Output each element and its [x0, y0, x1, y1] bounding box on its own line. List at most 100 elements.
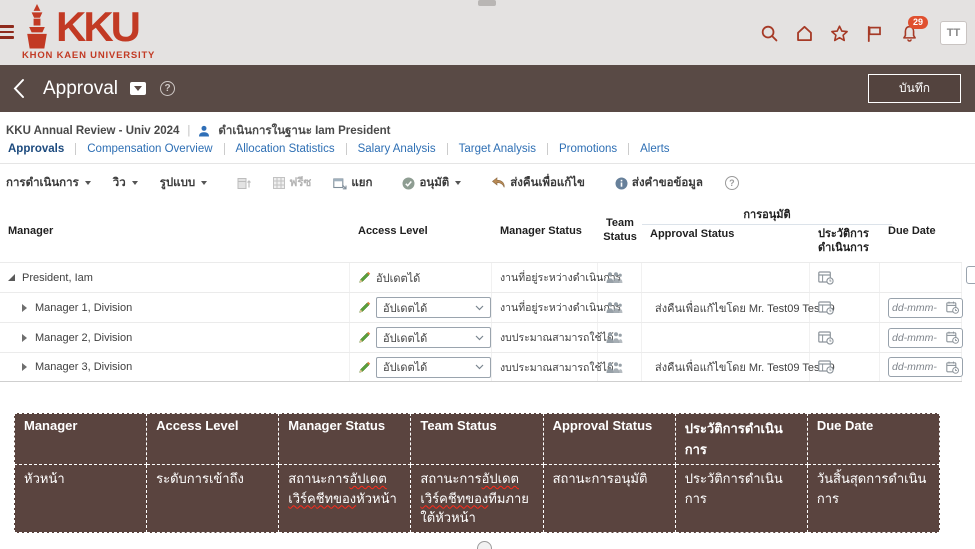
action-history-icon[interactable] [818, 271, 834, 285]
team-people-icon[interactable] [606, 361, 623, 374]
col-header-manager-status: Manager Status [492, 200, 598, 262]
table-row[interactable]: Manager 2, Division อัปเดตได้ งบประมาณสา… [0, 322, 962, 352]
tree-collapse-icon[interactable] [8, 274, 15, 281]
chevron-down-icon [455, 181, 461, 185]
tab-compensation-overview[interactable]: Compensation Overview [76, 143, 223, 155]
brand-subtext: KHON KAEN UNIVERSITY [22, 50, 155, 61]
title-help-icon[interactable]: ? [160, 81, 175, 96]
table-row[interactable]: President, Iam อัปเดตได้ งานที่อยู่ระหว่… [0, 262, 962, 292]
tab-alerts[interactable]: Alerts [629, 143, 680, 155]
save-button[interactable]: บันทึก [868, 74, 961, 103]
col-group-approval: การอนุมัติ [642, 205, 892, 223]
legend-header-row: Manager Access Level Manager Status Team… [15, 414, 940, 465]
toolbar-help-icon[interactable]: ? [725, 176, 739, 190]
tab-bar: Approvals Compensation Overview Allocati… [6, 143, 681, 155]
tab-salary-analysis[interactable]: Salary Analysis [347, 143, 447, 155]
table-row[interactable]: Manager 1, Division อัปเดตได้ งานที่อยู่… [0, 292, 962, 322]
access-level-select[interactable]: อัปเดตได้ [376, 297, 491, 318]
notifications-bell-icon[interactable]: 29 [899, 23, 919, 43]
view-menu[interactable]: วิว [113, 174, 138, 192]
edit-pencil-icon [358, 361, 371, 374]
manager-name: Manager 2, Division [35, 332, 132, 344]
due-date-field [888, 298, 963, 318]
legend-desc: สถานะการอนุมัติ [543, 465, 675, 533]
legend-desc: ประวัติการดำเนินการ [675, 465, 807, 533]
date-picker-icon[interactable] [946, 301, 959, 314]
divider [0, 163, 975, 164]
flag-icon[interactable] [864, 23, 884, 43]
detach-window-icon [333, 177, 347, 190]
access-level-select[interactable]: อัปเดตได้ [376, 327, 491, 348]
notification-count-badge: 29 [908, 16, 928, 29]
kku-tower-icon [22, 4, 52, 49]
chevron-down-icon [475, 364, 484, 370]
tab-promotions[interactable]: Promotions [548, 143, 628, 155]
actions-menu[interactable]: การดำเนินการ [6, 174, 91, 192]
date-picker-icon[interactable] [946, 361, 959, 374]
tab-target-analysis[interactable]: Target Analysis [448, 143, 547, 155]
action-history-icon[interactable] [818, 360, 834, 374]
home-icon[interactable] [794, 23, 814, 43]
return-for-correction-button[interactable]: ส่งคืนเพื่อแก้ไข [491, 174, 585, 192]
legend-header: ประวัติการดำเนินการ [675, 414, 807, 465]
team-people-icon[interactable] [606, 271, 623, 284]
scroll-artifact [966, 266, 975, 284]
date-picker-icon[interactable] [946, 331, 959, 344]
favorites-star-icon[interactable] [829, 23, 849, 43]
table-row[interactable]: Manager 3, Division อัปเดตได้ งบประมาณสา… [0, 352, 962, 382]
title-dropdown-icon[interactable] [130, 82, 146, 95]
hamburger-menu-icon[interactable] [0, 25, 14, 42]
detach-button[interactable]: แยก [333, 174, 372, 192]
brand-text: KKU [56, 5, 138, 49]
legend-header: Manager Status [279, 414, 411, 465]
legend-header: Approval Status [543, 414, 675, 465]
col-header-manager: Manager [0, 200, 350, 262]
approval-status-cell: ส่งคืนเพื่อแก้ไขโดย Mr. Test09 Test09 [642, 293, 810, 322]
manager-status-value: งานที่อยู่ระหว่างดำเนินการ [492, 263, 598, 292]
legend-header: Manager [15, 414, 147, 465]
manager-name: Manager 1, Division [35, 302, 132, 314]
back-icon[interactable] [12, 78, 25, 99]
tab-approvals[interactable]: Approvals [6, 143, 75, 155]
tree-expand-icon[interactable] [22, 334, 27, 342]
return-arrow-icon [491, 177, 506, 189]
approval-status-cell [642, 323, 810, 352]
due-date-input[interactable] [892, 332, 946, 344]
due-date-cell [880, 293, 962, 322]
col-header-due-date: Due Date [880, 200, 962, 262]
due-date-field [888, 357, 963, 377]
col-header-team-status: Team Status [598, 200, 642, 262]
user-avatar[interactable]: TT [940, 21, 967, 45]
team-people-icon[interactable] [606, 301, 623, 314]
approval-status-value: ส่งคืนเพื่อแก้ไขโดย Mr. Test09 Test09 [655, 299, 835, 317]
page-title-bar: Approval ? บันทึก [0, 65, 975, 112]
breadcrumb-separator: | [187, 125, 190, 137]
manager-name: President, Iam [22, 272, 93, 284]
legend-desc-row: หัวหน้า ระดับการเข้าถึง สถานะการอัปเดตเว… [15, 465, 940, 533]
tab-allocation-statistics[interactable]: Allocation Statistics [225, 143, 346, 155]
approve-button[interactable]: อนุมัติ [402, 174, 461, 192]
access-level-value: อัปเดตได้ [376, 269, 420, 287]
team-people-icon[interactable] [606, 331, 623, 344]
search-icon[interactable] [759, 23, 779, 43]
chevron-down-icon [475, 335, 484, 341]
tree-expand-icon[interactable] [22, 304, 27, 312]
page-title: Approval [43, 78, 118, 100]
action-history-icon[interactable] [818, 301, 834, 315]
action-history-icon[interactable] [818, 331, 834, 345]
legend-header: Team Status [411, 414, 543, 465]
legend-header: Due Date [807, 414, 939, 465]
request-information-button[interactable]: ส่งคำขอข้อมูล [615, 174, 703, 192]
edit-pencil-icon [358, 331, 371, 344]
format-menu[interactable]: รูปแบบ [160, 174, 208, 192]
access-level-select[interactable]: อัปเดตได้ [376, 357, 491, 378]
due-date-input[interactable] [892, 302, 946, 314]
approval-status-cell [642, 263, 810, 292]
approval-status-cell: ส่งคืนเพื่อแก้ไขโดย Mr. Test09 Test09 [642, 353, 810, 381]
tree-expand-icon[interactable] [22, 363, 27, 371]
scroll-artifact [478, 0, 496, 6]
legend-desc: ระดับการเข้าถึง [147, 465, 279, 533]
legend-desc: สถานะการอัปเดตเวิร์คชีทของทีมภายใต้หัวหน… [411, 465, 543, 533]
due-date-input[interactable] [892, 361, 946, 373]
edit-pencil-icon [358, 301, 371, 314]
